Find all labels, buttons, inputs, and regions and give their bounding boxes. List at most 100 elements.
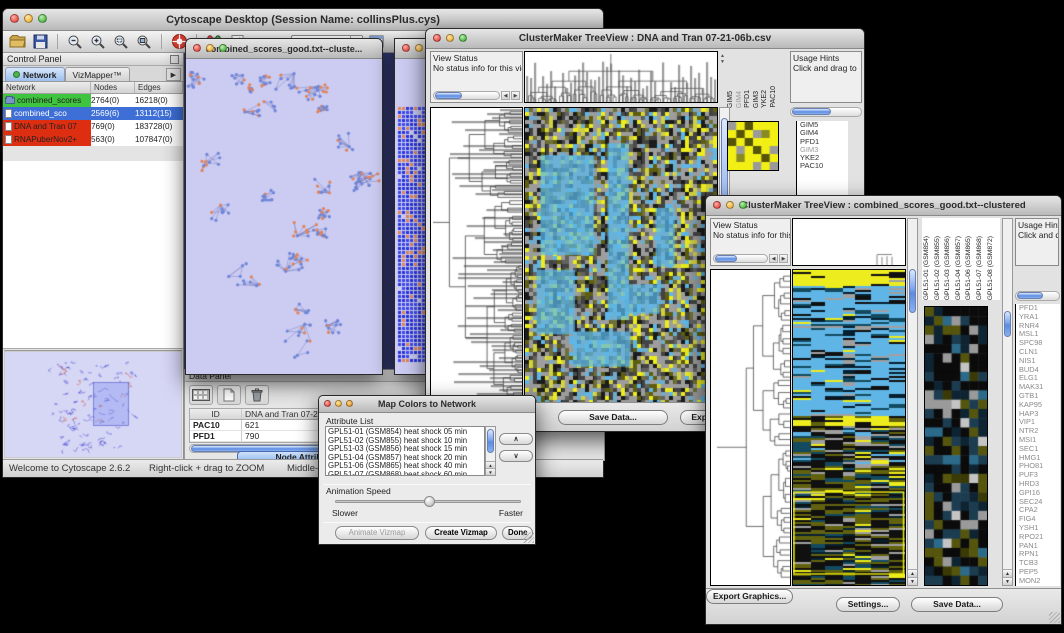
zoom-window-icon[interactable] [219, 44, 227, 52]
minimize-icon[interactable] [24, 14, 33, 23]
zoom-window-icon[interactable] [346, 400, 353, 407]
close-icon[interactable] [193, 44, 201, 52]
scroll-up-icon[interactable]: ▲ [486, 461, 495, 468]
treeview-button[interactable]: Settings... [836, 597, 900, 612]
birdseye-panel [4, 350, 182, 458]
network-table-row[interactable]: combined_scores 2764(0) 16218(0) [3, 94, 183, 107]
map-colors-dialog: Map Colors to Network Attribute List GPL… [318, 395, 536, 545]
column-label: GPL51-02 (GSM855) [933, 236, 944, 300]
column-dendrogram[interactable] [524, 51, 718, 103]
row-dendrogram[interactable] [430, 107, 523, 403]
attribute-list[interactable]: GPL51-01 (GSM854) heat shock 05 minGPL51… [325, 426, 485, 476]
minimize-icon[interactable] [206, 44, 214, 52]
scrollbar-thumb[interactable] [487, 429, 494, 453]
treeview-button[interactable]: Save Data... [911, 597, 1003, 612]
zoom-selected-icon[interactable] [112, 33, 130, 51]
close-icon[interactable] [10, 14, 19, 23]
open-folder-icon[interactable] [8, 33, 26, 51]
scrollbar-thumb[interactable] [435, 92, 462, 99]
tab-overflow-arrow[interactable]: ▶ [166, 68, 181, 81]
new-attribute-icon[interactable] [217, 385, 241, 405]
global-heatmap[interactable] [524, 107, 718, 403]
minimize-icon[interactable] [446, 34, 454, 42]
scroll-up-icon[interactable]: ▲ [1003, 569, 1012, 577]
folder-icon [5, 97, 15, 104]
column-dendrogram[interactable] [792, 218, 906, 266]
attribute-item[interactable]: GPL51-07 (GSM868) heat shock 60 min [328, 471, 482, 476]
gene-label[interactable]: MON2 [1019, 577, 1060, 586]
treeview-combined-titlebar[interactable]: ClusterMaker TreeView : combined_scores_… [706, 196, 1061, 216]
mini-scroll-arrows[interactable]: ▲▼ [720, 53, 725, 65]
create-vizmap-button[interactable]: Create Vizmap [425, 526, 497, 540]
float-panel-icon[interactable] [170, 55, 179, 64]
scrollbar-thumb[interactable] [1004, 311, 1011, 337]
view-status-text: No status info for this view [431, 63, 522, 73]
treeview-button[interactable]: Save Data... [558, 410, 668, 425]
network-table-row[interactable]: RNAPuberNov2+ 563(0) 107847(0) [3, 133, 183, 146]
scroll-right-icon[interactable]: ▶ [779, 254, 788, 263]
resize-grip[interactable] [523, 532, 534, 543]
minimize-icon[interactable] [726, 201, 734, 209]
minimize-icon[interactable] [335, 400, 342, 407]
usage-hscrollbar[interactable] [790, 107, 862, 117]
save-icon[interactable] [31, 33, 49, 51]
close-icon[interactable] [324, 400, 331, 407]
animate-vizmap-button[interactable]: Animate Vizmap [335, 526, 419, 540]
animation-speed-slider[interactable] [335, 500, 521, 503]
genelist-hscrollbar[interactable] [1015, 291, 1060, 301]
view-status-scrollbar[interactable]: ◀ ▶ [433, 90, 520, 100]
view-status-scrollbar[interactable]: ◀ ▶ [713, 253, 788, 263]
network-table-row[interactable]: combined_sco 2569(6) 13112(15) [3, 107, 183, 120]
zoom-fit-icon[interactable] [135, 33, 153, 51]
scroll-up-icon[interactable]: ▲ [908, 569, 917, 577]
delete-attribute-icon[interactable] [245, 385, 269, 405]
attribute-select-icon[interactable] [189, 385, 213, 405]
scroll-left-icon[interactable]: ◀ [769, 254, 778, 263]
row-dendrogram[interactable] [710, 269, 791, 586]
zoom-window-icon[interactable] [38, 14, 47, 23]
scrollbar-thumb[interactable] [909, 269, 916, 313]
zoom-window-icon[interactable] [739, 201, 747, 209]
scroll-right-icon[interactable]: ▶ [511, 91, 520, 100]
attribute-list-scrollbar[interactable]: ▲ ▼ [485, 426, 496, 476]
network-table-header: Network Nodes Edges [3, 82, 183, 94]
close-icon[interactable] [402, 44, 410, 52]
tab-network[interactable]: Network [5, 67, 65, 81]
zoom-heatmap[interactable] [924, 306, 988, 586]
scroll-down-icon[interactable]: ▼ [1003, 577, 1012, 585]
network-view-titlebar[interactable]: combined_scores_good.txt--cluste... [186, 39, 382, 59]
zoom-out-icon[interactable] [66, 33, 84, 51]
scrollbar-thumb[interactable] [715, 255, 737, 262]
faster-label: Faster [499, 508, 523, 518]
dialog-titlebar[interactable]: Map Colors to Network [319, 396, 535, 413]
network-canvas[interactable] [186, 59, 382, 374]
scrollbar-thumb[interactable] [1017, 292, 1043, 299]
treeview-button[interactable]: Export Graphics... [706, 589, 793, 604]
slider-thumb[interactable] [424, 496, 435, 507]
toolbar-separator [57, 34, 58, 49]
usage-hints-panel: Usage Hints Click and drag to [790, 51, 862, 103]
gene-label[interactable]: PAC10 [800, 162, 848, 170]
close-icon[interactable] [433, 34, 441, 42]
move-down-button[interactable]: ∨ [499, 450, 533, 462]
move-up-button[interactable]: ∧ [499, 433, 533, 445]
tab-vizmapper[interactable]: VizMapper™ [65, 67, 130, 81]
scroll-left-icon[interactable]: ◀ [501, 91, 510, 100]
close-icon[interactable] [713, 201, 721, 209]
zoom-window-icon[interactable] [459, 34, 467, 42]
heatmap-vscrollbar[interactable]: ▲ ▼ [907, 218, 918, 586]
network-list-area[interactable] [3, 161, 183, 349]
treeview-dna-titlebar[interactable]: ClusterMaker TreeView : DNA and Tran 07-… [426, 29, 864, 49]
zoom-vscrollbar[interactable]: ▲ ▼ [1002, 218, 1013, 586]
global-heatmap[interactable] [792, 269, 906, 586]
network-table-row[interactable]: DNA and Tran 07 769(0) 183728(0) [3, 120, 183, 133]
network-overview[interactable] [5, 352, 181, 457]
scroll-down-icon[interactable]: ▼ [486, 468, 495, 475]
document-icon [5, 122, 12, 131]
scroll-down-icon[interactable]: ▼ [908, 577, 917, 585]
scrollbar-thumb[interactable] [792, 108, 831, 115]
zoom-heatmap[interactable] [727, 121, 779, 171]
zoom-in-icon[interactable] [89, 33, 107, 51]
minimize-icon[interactable] [415, 44, 423, 52]
resize-grip[interactable] [1049, 612, 1060, 623]
